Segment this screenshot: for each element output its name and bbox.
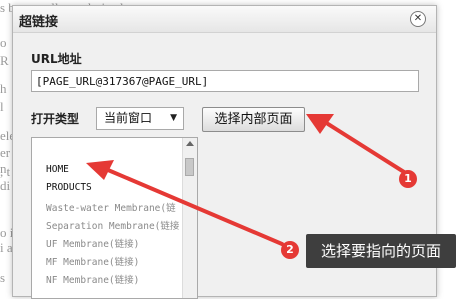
arrow-1-line [326, 122, 406, 174]
step-badge-2: 2 [281, 241, 299, 259]
callout-tooltip: 选择要指向的页面 [306, 234, 456, 268]
step-badge-1: 1 [399, 170, 417, 188]
arrow-2-line [106, 168, 284, 246]
